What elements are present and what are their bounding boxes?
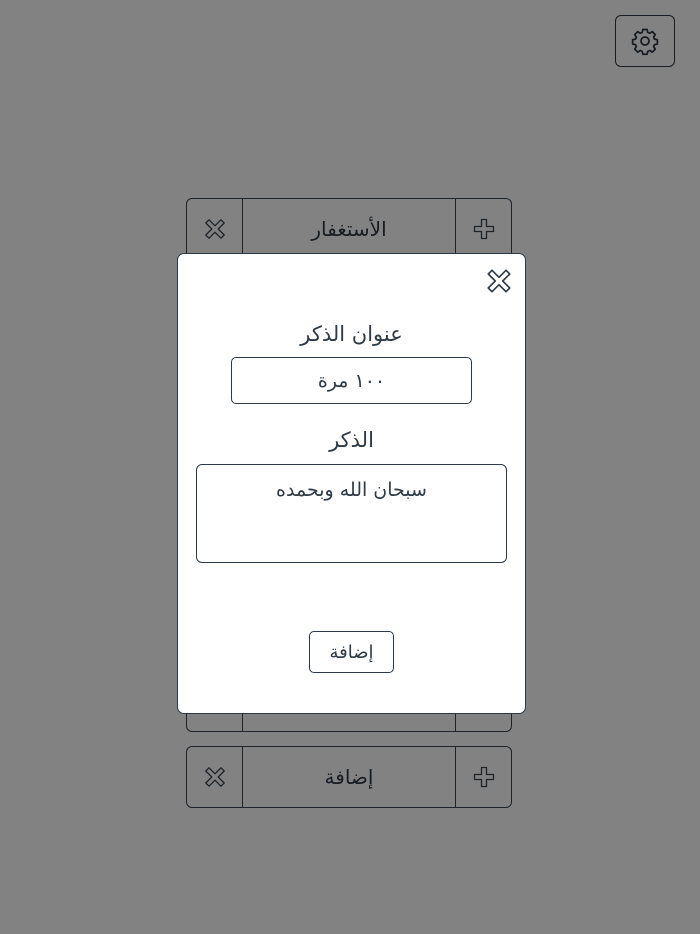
close-button[interactable] [484,266,514,296]
add-dhikr-dialog: عنوان الذكر الذكر سبحان الله وبحمده إضاف… [177,253,526,714]
add-button[interactable]: إضافة [309,631,394,673]
title-field-label: عنوان الذكر [300,322,403,346]
dhikr-title-input[interactable] [231,357,472,404]
dhikr-text-area[interactable]: سبحان الله وبحمده [196,464,507,563]
dhikr-field-label: الذكر [329,428,374,452]
x-cross-icon [487,269,511,293]
